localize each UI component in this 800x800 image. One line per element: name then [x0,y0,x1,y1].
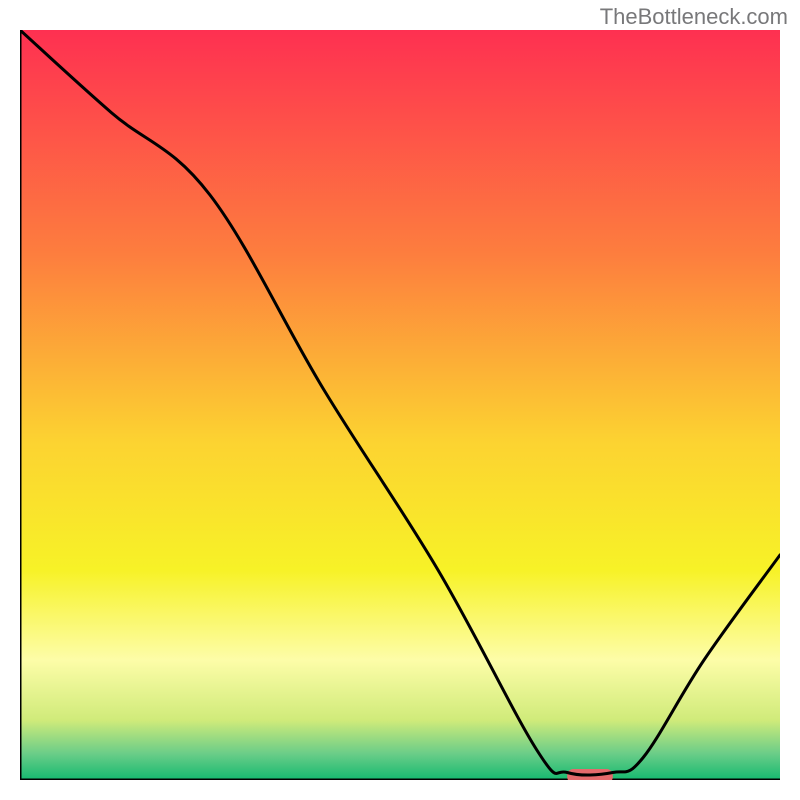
watermark-text: TheBottleneck.com [600,4,788,30]
chart-svg [20,30,780,780]
bottleneck-chart [20,30,780,780]
gradient-background [20,30,780,780]
